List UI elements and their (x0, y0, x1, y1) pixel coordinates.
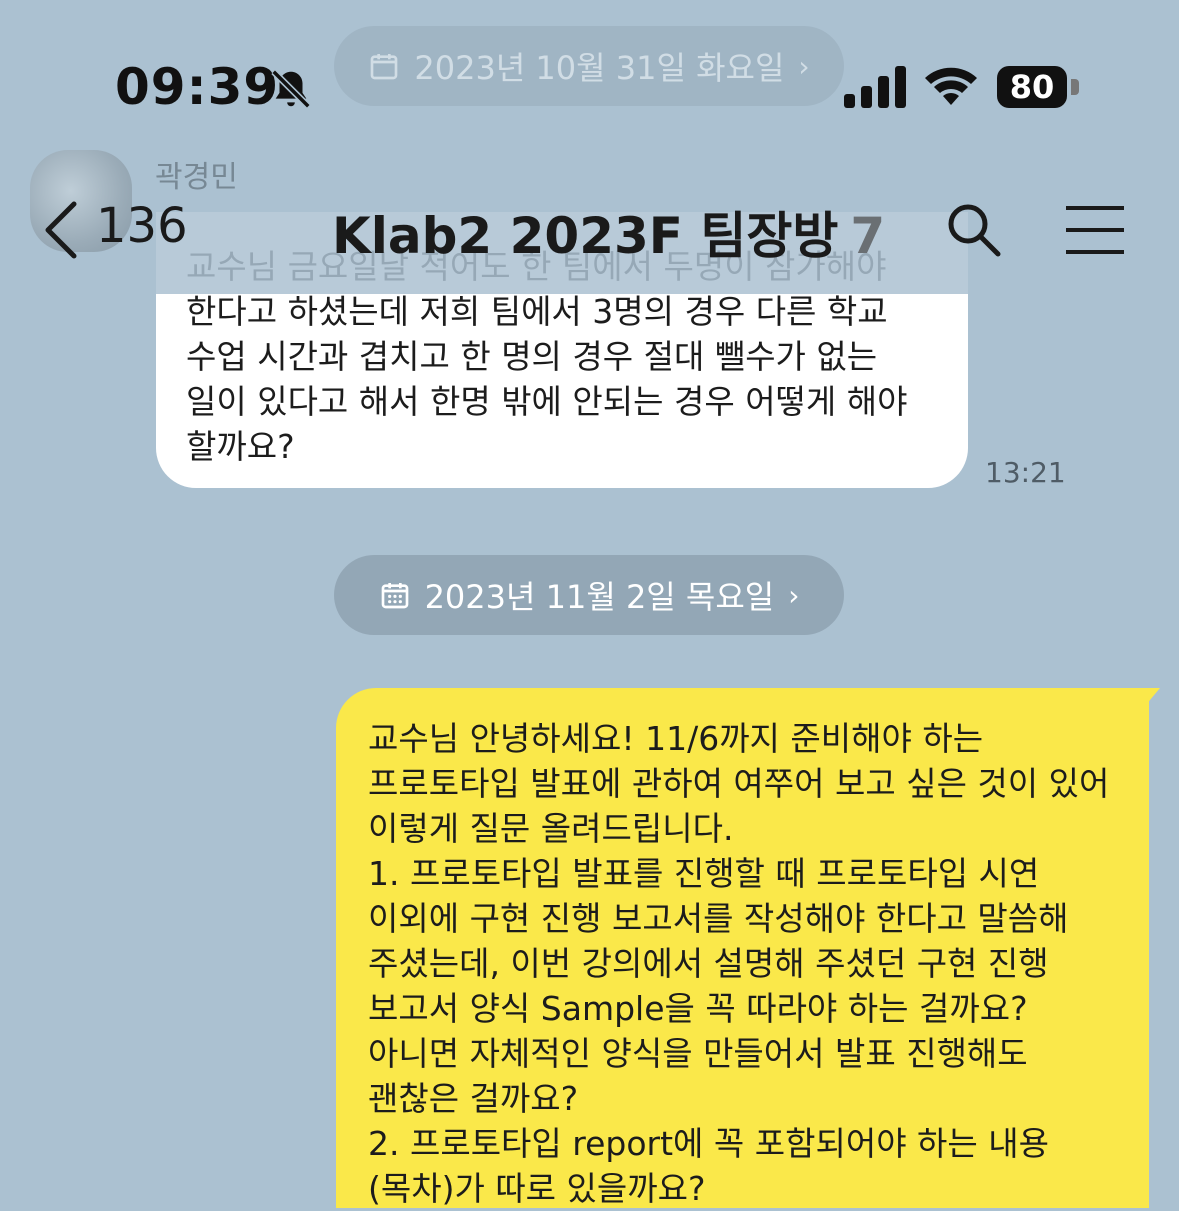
calendar-icon (381, 583, 408, 609)
battery-indicator: 80 (997, 66, 1067, 108)
status-time: 09:39 (115, 58, 280, 116)
member-count: 7 (850, 207, 886, 265)
search-icon[interactable] (944, 200, 1002, 258)
back-chevron-icon[interactable] (40, 200, 80, 260)
wifi-icon (925, 67, 977, 105)
menu-icon[interactable] (1064, 204, 1126, 256)
room-name: Klab2 2023F 팀장방 (332, 207, 839, 265)
signal-icon (844, 66, 906, 108)
date-separator-label: 2023년 11월 2일 목요일 (424, 578, 775, 616)
bell-slash-icon (271, 69, 311, 109)
status-bar: 09:39 80 (0, 0, 1179, 120)
outgoing-message-text: 교수님 안녕하세요! 11/6까지 준비해야 하는 프로토타입 발표에 관하여 … (368, 719, 1110, 1208)
chat-room-title[interactable]: Klab2 2023F 팀장방 7 (332, 196, 885, 268)
outgoing-message-bubble[interactable]: 교수님 안녕하세요! 11/6까지 준비해야 하는 프로토타입 발표에 관하여 … (336, 688, 1149, 1208)
message-timestamp: 13:21 (985, 456, 1066, 489)
unread-count[interactable]: 136 (96, 198, 188, 254)
battery-nub (1071, 79, 1079, 95)
chat-header: 136 Klab2 2023F 팀장방 7 (0, 190, 1179, 270)
date-separator-middle[interactable]: 2023년 11월 2일 목요일 › (334, 555, 844, 635)
chevron-right-icon: › (788, 578, 800, 612)
